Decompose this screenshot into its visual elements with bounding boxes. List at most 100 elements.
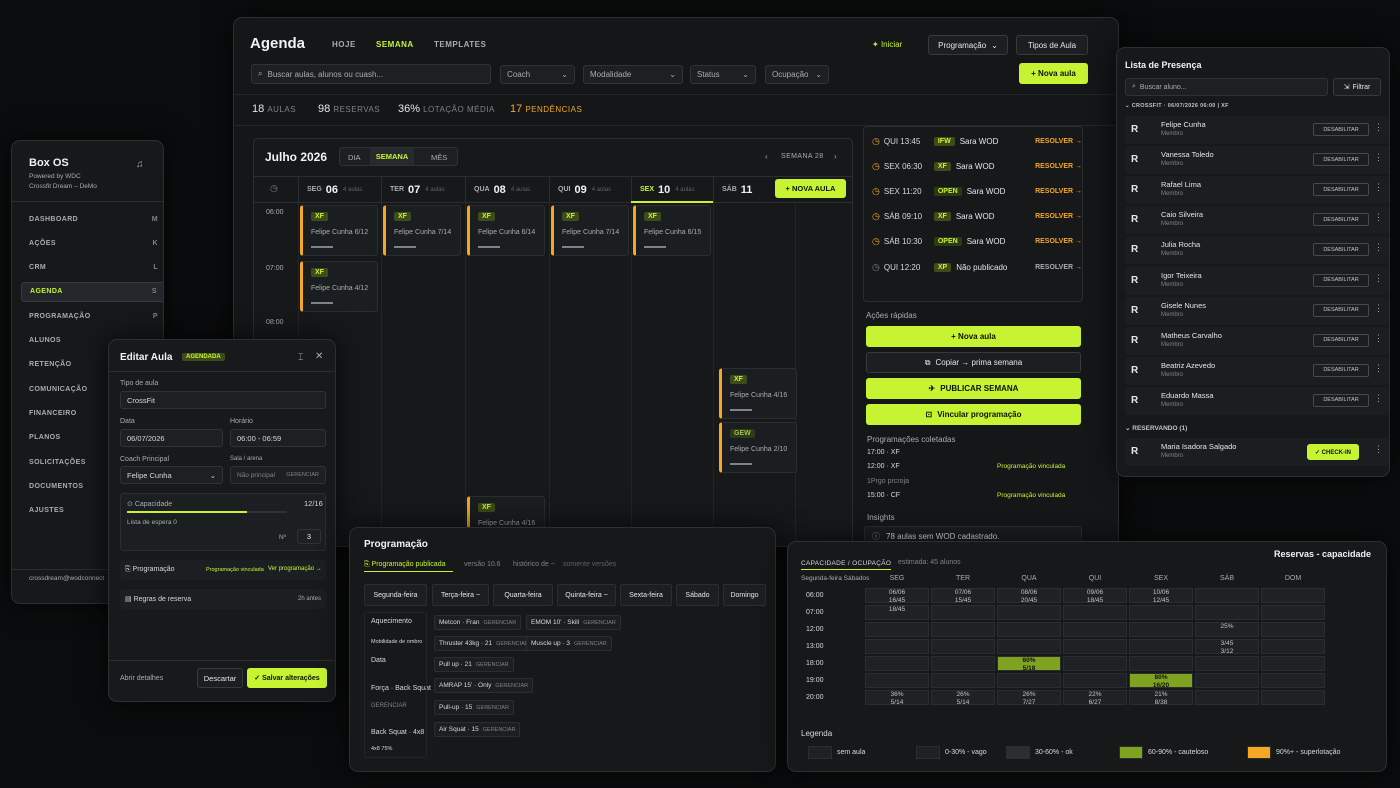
member-row[interactable]: R Igor Teixeira Membro DESABILITAR ⋮ [1125,266,1389,295]
status-filter[interactable]: Status ⌄ [690,65,756,84]
prog-exercise[interactable]: Pull-up · 15 GERENCIAR [434,700,514,715]
pendencia-row[interactable]: ◷ QUI 12:20 XP Não publicado RESOLVER → [872,257,1082,277]
member-row[interactable]: R Vanessa Toledo Membro DESABILITAR ⋮ [1125,146,1389,175]
pendencia-row[interactable]: ◷ SÁB 09:10 XF Sara WOD RESOLVER → [872,207,1082,227]
member-row[interactable]: R Julia Rocha Membro DESABILITAR ⋮ [1125,236,1389,265]
heatmap-cell[interactable]: 21% 8/38 [1129,690,1193,706]
coach-filter[interactable]: Coach ⌄ [500,65,575,84]
gerenciar-link[interactable]: GERENCIAR [495,683,528,689]
gerenciar-link[interactable]: GERENCIAR [476,662,509,668]
class-card[interactable]: XF Felipe Cunha 6/12 [300,205,378,256]
account-email[interactable]: crossdream@wodconnect [29,575,104,582]
tipo-field[interactable]: CrossFit [120,391,326,409]
gerenciar-link[interactable]: GERENCIAR [476,705,509,711]
member-row[interactable]: R Beatriz Azevedo Membro DESABILITAR ⋮ [1125,356,1389,385]
resolver-link[interactable]: RESOLVER → [1035,238,1082,245]
view-mes[interactable]: MÊS [431,153,447,162]
class-card[interactable]: XF Felipe Cunha 7/14 [383,205,461,256]
close-icon[interactable]: ✕ [315,351,323,362]
acao-nova-aula-button[interactable]: + Nova aula [866,326,1081,347]
publicar-semana-button[interactable]: ✈ PUBLICAR SEMANA [866,378,1081,399]
gerenciar-link[interactable]: GERENCIAR [483,727,516,733]
prog-day-header[interactable]: Segunda-feira [364,584,427,606]
class-card[interactable]: XF Felipe Cunha 7/14 [551,205,629,256]
iniciar-link[interactable]: ✦ Iniciar [872,40,902,49]
copiar-semana-button[interactable]: ⧉ Copiar → prima semana [866,352,1081,373]
heatmap-cell[interactable]: 06/06 16/45 [865,588,929,604]
gerenciar-link[interactable]: GERENCIAR [574,641,607,647]
bell-icon[interactable]: ♫ [136,159,144,170]
pendencia-row[interactable]: ◷ SÁB 10:30 OPEN Sara WOD RESOLVER → [872,232,1082,252]
modalidade-filter[interactable]: Modalidade ⌄ [583,65,683,84]
gerenciar-link[interactable]: GERENCIAR [583,620,616,626]
heatmap-cell[interactable]: 26% 5/14 [931,690,995,706]
prog-day-header[interactable]: Domingo [723,584,766,606]
tab-capacidade[interactable]: CAPACIDADE / OCUPAÇÃO [801,560,891,567]
more-icon[interactable]: ⋮ [1374,363,1383,374]
tab-hoje[interactable]: HOJE [332,40,356,49]
day-header-ter[interactable]: TER 07 4 aulas [381,176,463,203]
nova-aula-small-button[interactable]: + NOVA AULA [775,179,846,198]
class-card[interactable]: XF Felipe Cunha 6/14 [467,205,545,256]
reservando-header[interactable]: ⌄ RESERVANDO (1) [1125,424,1187,432]
coach-select[interactable]: Felipe Cunha ⌄ [120,466,223,484]
tab-semana[interactable]: SEMANA [376,40,414,49]
prog-day-header[interactable]: Sexta-feira [620,584,672,606]
descartar-button[interactable]: Descartar [197,668,243,688]
more-icon[interactable]: ⋮ [1374,182,1383,193]
prog-exercise[interactable]: Metcon · Fran GERENCIAR [434,615,522,630]
heatmap-cell[interactable]: 09/06 18/45 [1063,588,1127,604]
more-icon[interactable]: ⋮ [1374,242,1383,253]
gerenciar-link[interactable]: GERENCIAR [483,620,516,626]
desabilitar-button[interactable]: DESABILITAR [1313,123,1369,136]
resolver-link[interactable]: RESOLVER → [1035,264,1082,271]
tab-publicada[interactable]: ⎘ Programação publicada [364,561,445,569]
prog-day-header[interactable]: Quarta-feira [493,584,553,606]
tab-somente[interactable]: somente versões [563,561,616,568]
desabilitar-button[interactable]: DESABILITAR [1313,303,1369,317]
member-row[interactable]: R Eduardo Massa Membro DESABILITAR ⋮ [1125,386,1389,415]
view-semana[interactable]: SEMANA [370,148,414,165]
section-header[interactable]: ⌄ CROSSFIT · 06/07/2026 06:00 | XF [1125,103,1229,109]
heatmap-cell[interactable]: 36% 5/14 [865,690,929,706]
reserved-member-row[interactable]: R Maria Isadora Salgado Membro ✓ CHECK-I… [1125,438,1389,466]
tab-historico[interactable]: histórico de ~ [513,561,555,568]
desabilitar-button[interactable]: DESABILITAR [1313,333,1369,347]
day-header-seg[interactable]: SEG 06 4 aulas [298,176,380,203]
more-icon[interactable]: ⋮ [1374,273,1383,284]
member-row[interactable]: R Matheus Carvalho Membro DESABILITAR ⋮ [1125,326,1389,355]
desabilitar-button[interactable]: DESABILITAR [1313,273,1369,287]
heatmap-cell[interactable]: 60% 5/18 [997,656,1061,672]
desabilitar-button[interactable]: DESABILITAR [1313,243,1369,257]
sidebar-item-programação[interactable]: PROGRAMAÇÃO P [21,306,163,326]
prog-exercise[interactable]: AMRAP 15' · Only GERENCIAR [434,678,534,693]
horario-field[interactable]: 06:00 - 06:59 [230,429,326,447]
search-input[interactable]: ⌕ Buscar aulas, alunos ou cuash... [251,64,491,84]
more-icon[interactable]: ⋮ [1374,444,1383,455]
programacao-dropdown[interactable]: Programação ⌄ [928,35,1008,55]
stat-pendencias[interactable]: 17 PENDÊNCIAS [510,103,582,115]
prev-week-icon[interactable]: ‹ [765,152,768,161]
more-icon[interactable]: ⋮ [1374,122,1383,133]
heatmap-cell[interactable]: 80% 16/20 [1129,673,1193,689]
pendencia-row[interactable]: ◷ QUI 13:45 IFW Sara WOD RESOLVER → [872,131,1082,151]
more-icon[interactable]: ⋮ [1374,333,1383,344]
prog-day-header[interactable]: Sábado [676,584,719,606]
ocupacao-filter[interactable]: Ocupação ⌄ [765,65,829,84]
class-card[interactable]: XF Felipe Cunha 6/15 [633,205,711,256]
prog-day-header[interactable]: Terça-feira ~ [432,584,489,606]
more-icon[interactable]: ⋮ [1374,303,1383,314]
next-week-icon[interactable]: › [834,152,837,161]
member-row[interactable]: R Caio Silveira Membro DESABILITAR ⋮ [1125,206,1389,235]
prog-exercise[interactable]: EMOM 10' · Skill GERENCIAR [526,615,621,630]
expand-icon[interactable]: ⌶ [298,352,303,363]
tab-versao[interactable]: versão 10.6 [464,561,501,568]
nova-aula-button[interactable]: + Nova aula [1019,63,1088,84]
prog-day-header[interactable]: Quinta-feira ~ [557,584,616,606]
filtrar-button[interactable]: ⇲ Filtrar [1333,78,1381,96]
programacao-row[interactable]: ⎘ Programação Programação vinculada Ver … [120,560,326,580]
vincular-programacao-button[interactable]: ⊡ Vincular programação [866,404,1081,425]
more-icon[interactable]: ⋮ [1374,393,1383,404]
sidebar-item-agenda[interactable]: AGENDA S [21,281,163,302]
more-icon[interactable]: ⋮ [1374,212,1383,223]
